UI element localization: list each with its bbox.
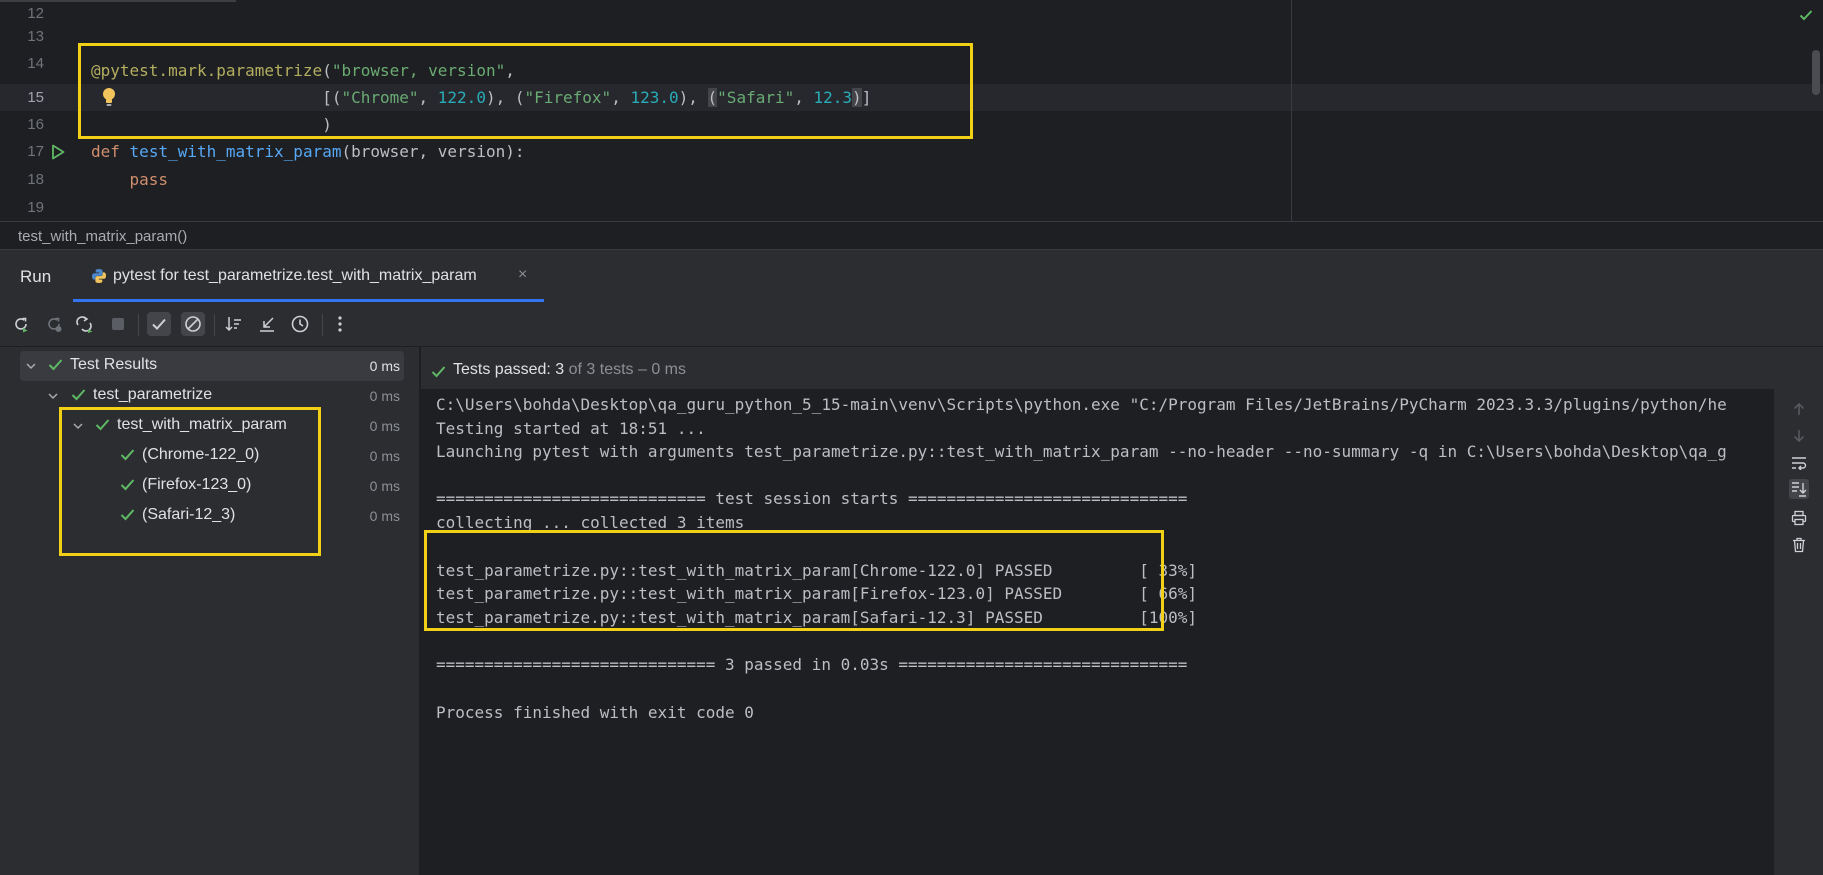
toggle-auto-test-icon[interactable] (73, 312, 97, 336)
clear-icon[interactable] (1789, 535, 1809, 555)
run-test-gutter-icon[interactable] (51, 144, 65, 165)
console-line: test_parametrize.py::test_with_matrix_pa… (436, 608, 1197, 627)
stop-icon[interactable] (106, 312, 130, 336)
show-passed-icon[interactable] (147, 312, 171, 336)
scroll-to-end-icon[interactable] (1789, 479, 1809, 499)
check-icon (120, 448, 135, 466)
chevron-down-icon[interactable] (47, 389, 59, 407)
tree-item-firefox[interactable]: (Firefox-123_0) 0 ms (0, 471, 420, 501)
no-problems-check-icon[interactable] (1799, 8, 1813, 25)
code-line-18: pass (129, 170, 169, 189)
run-tool-window-header: Run pytest for test_parametrize.test_wit… (0, 250, 1823, 302)
tests-passed-label: Tests passed: 3 (453, 361, 565, 378)
toolbar-separator (322, 314, 323, 336)
show-ignored-icon[interactable] (181, 312, 205, 336)
sort-icon[interactable] (222, 312, 246, 336)
tree-item-label: (Firefox-123_0) (142, 476, 252, 493)
chevron-down-icon[interactable] (25, 359, 37, 377)
collapse-icon[interactable] (255, 312, 279, 336)
run-config-tab[interactable]: pytest for test_parametrize.test_with_ma… (73, 250, 544, 302)
check-icon (431, 365, 446, 383)
console-line: Launching pytest with arguments test_par… (436, 442, 1727, 461)
console-side-toolbar (1774, 389, 1823, 875)
check-icon (120, 508, 135, 526)
rerun-icon[interactable] (9, 312, 33, 336)
run-tab-label: pytest for test_parametrize.test_with_ma… (113, 267, 477, 284)
tree-item-duration: 0 ms (369, 478, 400, 494)
editor-scrollbar-thumb[interactable] (1812, 50, 1820, 95)
line-number: 14 (27, 55, 44, 72)
tests-summary-label: of 3 tests – 0 ms (564, 361, 686, 378)
line-number: 17 (27, 143, 44, 160)
check-icon (71, 388, 86, 406)
tree-item-duration: 0 ms (369, 358, 400, 374)
line-number: 13 (27, 28, 44, 45)
console-line: C:\Users\bohda\Desktop\qa_guru_python_5_… (436, 395, 1727, 414)
tree-item-safari[interactable]: (Safari-12_3) 0 ms (0, 501, 420, 531)
breadcrumb-bar: test_with_matrix_param() (0, 221, 1823, 250)
run-window-title: Run (20, 267, 52, 286)
print-icon[interactable] (1789, 508, 1809, 528)
toolbar-separator (138, 314, 139, 336)
console-line: Process finished with exit code 0 (436, 703, 754, 722)
tree-item-test-with-matrix-param[interactable]: test_with_matrix_param 0 ms (0, 411, 420, 441)
check-icon (95, 418, 110, 436)
console-line: Testing started at 18:51 ... (436, 419, 706, 438)
tree-item-duration: 0 ms (369, 388, 400, 404)
run-toolbar (0, 302, 1823, 347)
line-number-gutter: 12 13 14 15 16 17 18 19 (0, 0, 88, 221)
code-editor[interactable]: 12 13 14 15 16 17 18 19 @pytest.mark.par… (0, 0, 1823, 221)
breadcrumb[interactable]: test_with_matrix_param() (18, 228, 187, 245)
history-icon[interactable] (288, 312, 312, 336)
chevron-down-icon[interactable] (72, 419, 84, 437)
tree-item-label: test_with_matrix_param (117, 416, 287, 433)
console-line: ============================= 3 passed i… (436, 655, 1188, 674)
toolbar-separator (214, 314, 215, 336)
down-icon[interactable] (1789, 426, 1809, 446)
code-line-17: def test_with_matrix_param(browser, vers… (91, 142, 525, 161)
line-number: 15 (27, 89, 44, 106)
test-results-tree: Test Results 0 ms test_parametrize 0 ms … (0, 347, 420, 875)
tree-item-duration: 0 ms (369, 448, 400, 464)
tree-item-label: (Safari-12_3) (142, 506, 236, 523)
tree-item-chrome[interactable]: (Chrome-122_0) 0 ms (0, 441, 420, 471)
rerun-failed-icon[interactable] (42, 312, 66, 336)
right-margin-guide (1291, 0, 1292, 221)
line-number: 19 (27, 199, 44, 216)
line-number: 18 (27, 171, 44, 188)
more-icon[interactable] (328, 312, 352, 336)
check-icon (48, 358, 63, 376)
tree-item-duration: 0 ms (369, 508, 400, 524)
line-number: 16 (27, 116, 44, 133)
console-panel: Tests passed: 3 of 3 tests – 0 ms C:\Use… (421, 347, 1823, 875)
tree-item-label: Test Results (70, 356, 158, 373)
tree-item-label: (Chrome-122_0) (142, 446, 260, 463)
close-tab-icon[interactable]: × (518, 266, 527, 284)
check-icon (120, 478, 135, 496)
tree-item-test-results[interactable]: Test Results 0 ms (0, 351, 420, 381)
up-icon[interactable] (1789, 399, 1809, 419)
python-icon (91, 268, 107, 289)
tree-item-test-parametrize[interactable]: test_parametrize 0 ms (0, 381, 420, 411)
tree-item-label: test_parametrize (93, 386, 213, 403)
code-line-14: @pytest.mark.parametrize("browser, versi… (91, 61, 515, 80)
soft-wrap-icon[interactable] (1789, 453, 1809, 473)
console-line: test_parametrize.py::test_with_matrix_pa… (436, 584, 1197, 603)
console-line: ============================ test sessio… (436, 489, 1188, 508)
console-output[interactable]: C:\Users\bohda\Desktop\qa_guru_python_5_… (421, 389, 1774, 875)
tree-item-duration: 0 ms (369, 418, 400, 434)
console-line: collecting ... collected 3 items (436, 513, 745, 532)
code-line-15: [("Chrome", 122.0), ("Firefox", 123.0), … (322, 88, 872, 107)
console-line: test_parametrize.py::test_with_matrix_pa… (436, 561, 1197, 580)
code-line-16: ) (322, 115, 332, 134)
